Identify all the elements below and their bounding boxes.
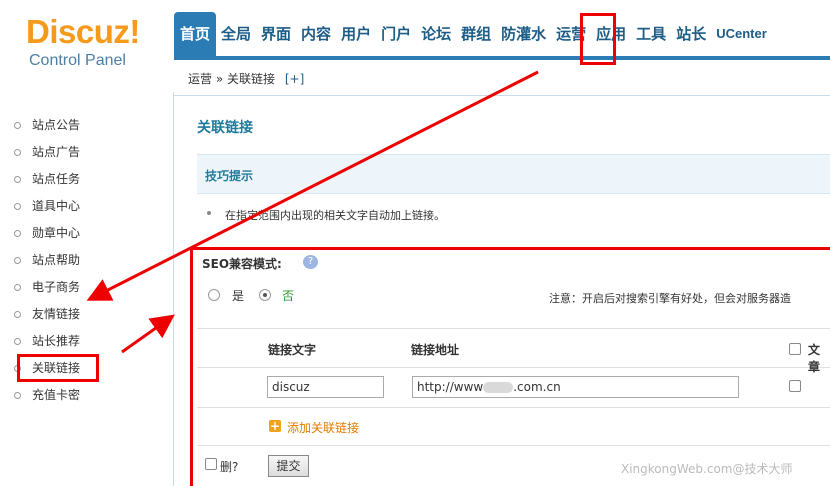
tips-panel: 技巧提示: [197, 154, 830, 194]
annotation-box-form: [190, 247, 830, 486]
logo-subtitle: Control Panel: [29, 52, 126, 69]
breadcrumb-current: 关联链接: [227, 72, 276, 86]
sidebar-item-label: 充值卡密: [32, 388, 81, 402]
sidebar-item-label: 站长推荐: [32, 334, 81, 348]
breadcrumb-separator: »: [215, 72, 224, 86]
tip-bullet-icon: [207, 211, 211, 215]
bullet-icon: [14, 392, 21, 399]
sidebar-item-ecommerce[interactable]: 电子商务: [0, 274, 173, 301]
logo-text: Discuz!: [26, 13, 140, 50]
sidebar-item-label: 站点任务: [32, 172, 81, 186]
sidebar-item-label: 站点帮助: [32, 253, 81, 267]
sidebar-item-tasks[interactable]: 站点任务: [0, 166, 173, 193]
page-title: 关联链接: [197, 120, 253, 136]
bullet-icon: [14, 284, 21, 291]
sidebar-item-label: 电子商务: [32, 280, 81, 294]
breadcrumb-add-shortcut[interactable]: [+]: [285, 72, 304, 86]
nav-tools[interactable]: 工具: [631, 12, 671, 56]
bullet-icon: [14, 176, 21, 183]
sidebar-item-cardcodes[interactable]: 充值卡密: [0, 382, 173, 409]
sidebar-item-label: 勋章中心: [32, 226, 81, 240]
logo: Discuz! Control Panel: [0, 0, 174, 92]
sidebar-item-label: 站点广告: [32, 145, 81, 159]
tip-text: 在指定范围内出现的相关文字自动加上链接。: [225, 209, 445, 222]
sidebar-item-announcements[interactable]: 站点公告: [0, 112, 173, 139]
sidebar-item-label: 站点公告: [32, 118, 81, 132]
nav-admin[interactable]: 站长: [671, 12, 711, 56]
bullet-icon: [14, 257, 21, 264]
annotation-box-nav: [580, 13, 616, 65]
nav-groups[interactable]: 群组: [456, 12, 496, 56]
nav-antispam[interactable]: 防灌水: [496, 12, 551, 56]
sidebar-item-help[interactable]: 站点帮助: [0, 247, 173, 274]
bullet-icon: [14, 149, 21, 156]
tips-title: 技巧提示: [205, 169, 254, 183]
bullet-icon: [14, 311, 21, 318]
nav-global[interactable]: 全局: [216, 12, 256, 56]
bullet-icon: [14, 230, 21, 237]
nav-forum[interactable]: 论坛: [416, 12, 456, 56]
nav-tabs: 首页 全局 界面 内容 用户 门户 论坛 群组 防灌水 运营 应用 工具 站长 …: [174, 12, 772, 56]
top-nav: 首页 全局 界面 内容 用户 门户 论坛 群组 防灌水 运营 应用 工具 站长 …: [174, 0, 830, 60]
nav-home[interactable]: 首页: [174, 12, 217, 56]
sidebar-item-label: 道具中心: [32, 199, 81, 213]
sidebar-item-recommend[interactable]: 站长推荐: [0, 328, 173, 355]
nav-content[interactable]: 内容: [296, 12, 336, 56]
breadcrumb-section[interactable]: 运营: [188, 72, 212, 86]
bullet-icon: [14, 203, 21, 210]
sidebar-item-label: 友情链接: [32, 307, 81, 321]
bullet-icon: [14, 338, 21, 345]
nav-interface[interactable]: 界面: [256, 12, 296, 56]
sidebar-item-props[interactable]: 道具中心: [0, 193, 173, 220]
nav-portal[interactable]: 门户: [376, 12, 416, 56]
sidebar-item-friendlinks[interactable]: 友情链接: [0, 301, 173, 328]
nav-ucenter[interactable]: UCenter: [711, 12, 772, 56]
sidebar: 站点公告 站点广告 站点任务 道具中心 勋章中心 站点帮助 电子商务 友情链接 …: [0, 92, 174, 486]
nav-users[interactable]: 用户: [336, 12, 376, 56]
annotation-box-sidebar: [17, 354, 99, 382]
sidebar-item-medals[interactable]: 勋章中心: [0, 220, 173, 247]
breadcrumb: 运营 » 关联链接 [+]: [174, 60, 830, 96]
sidebar-item-ads[interactable]: 站点广告: [0, 139, 173, 166]
bullet-icon: [14, 122, 21, 129]
